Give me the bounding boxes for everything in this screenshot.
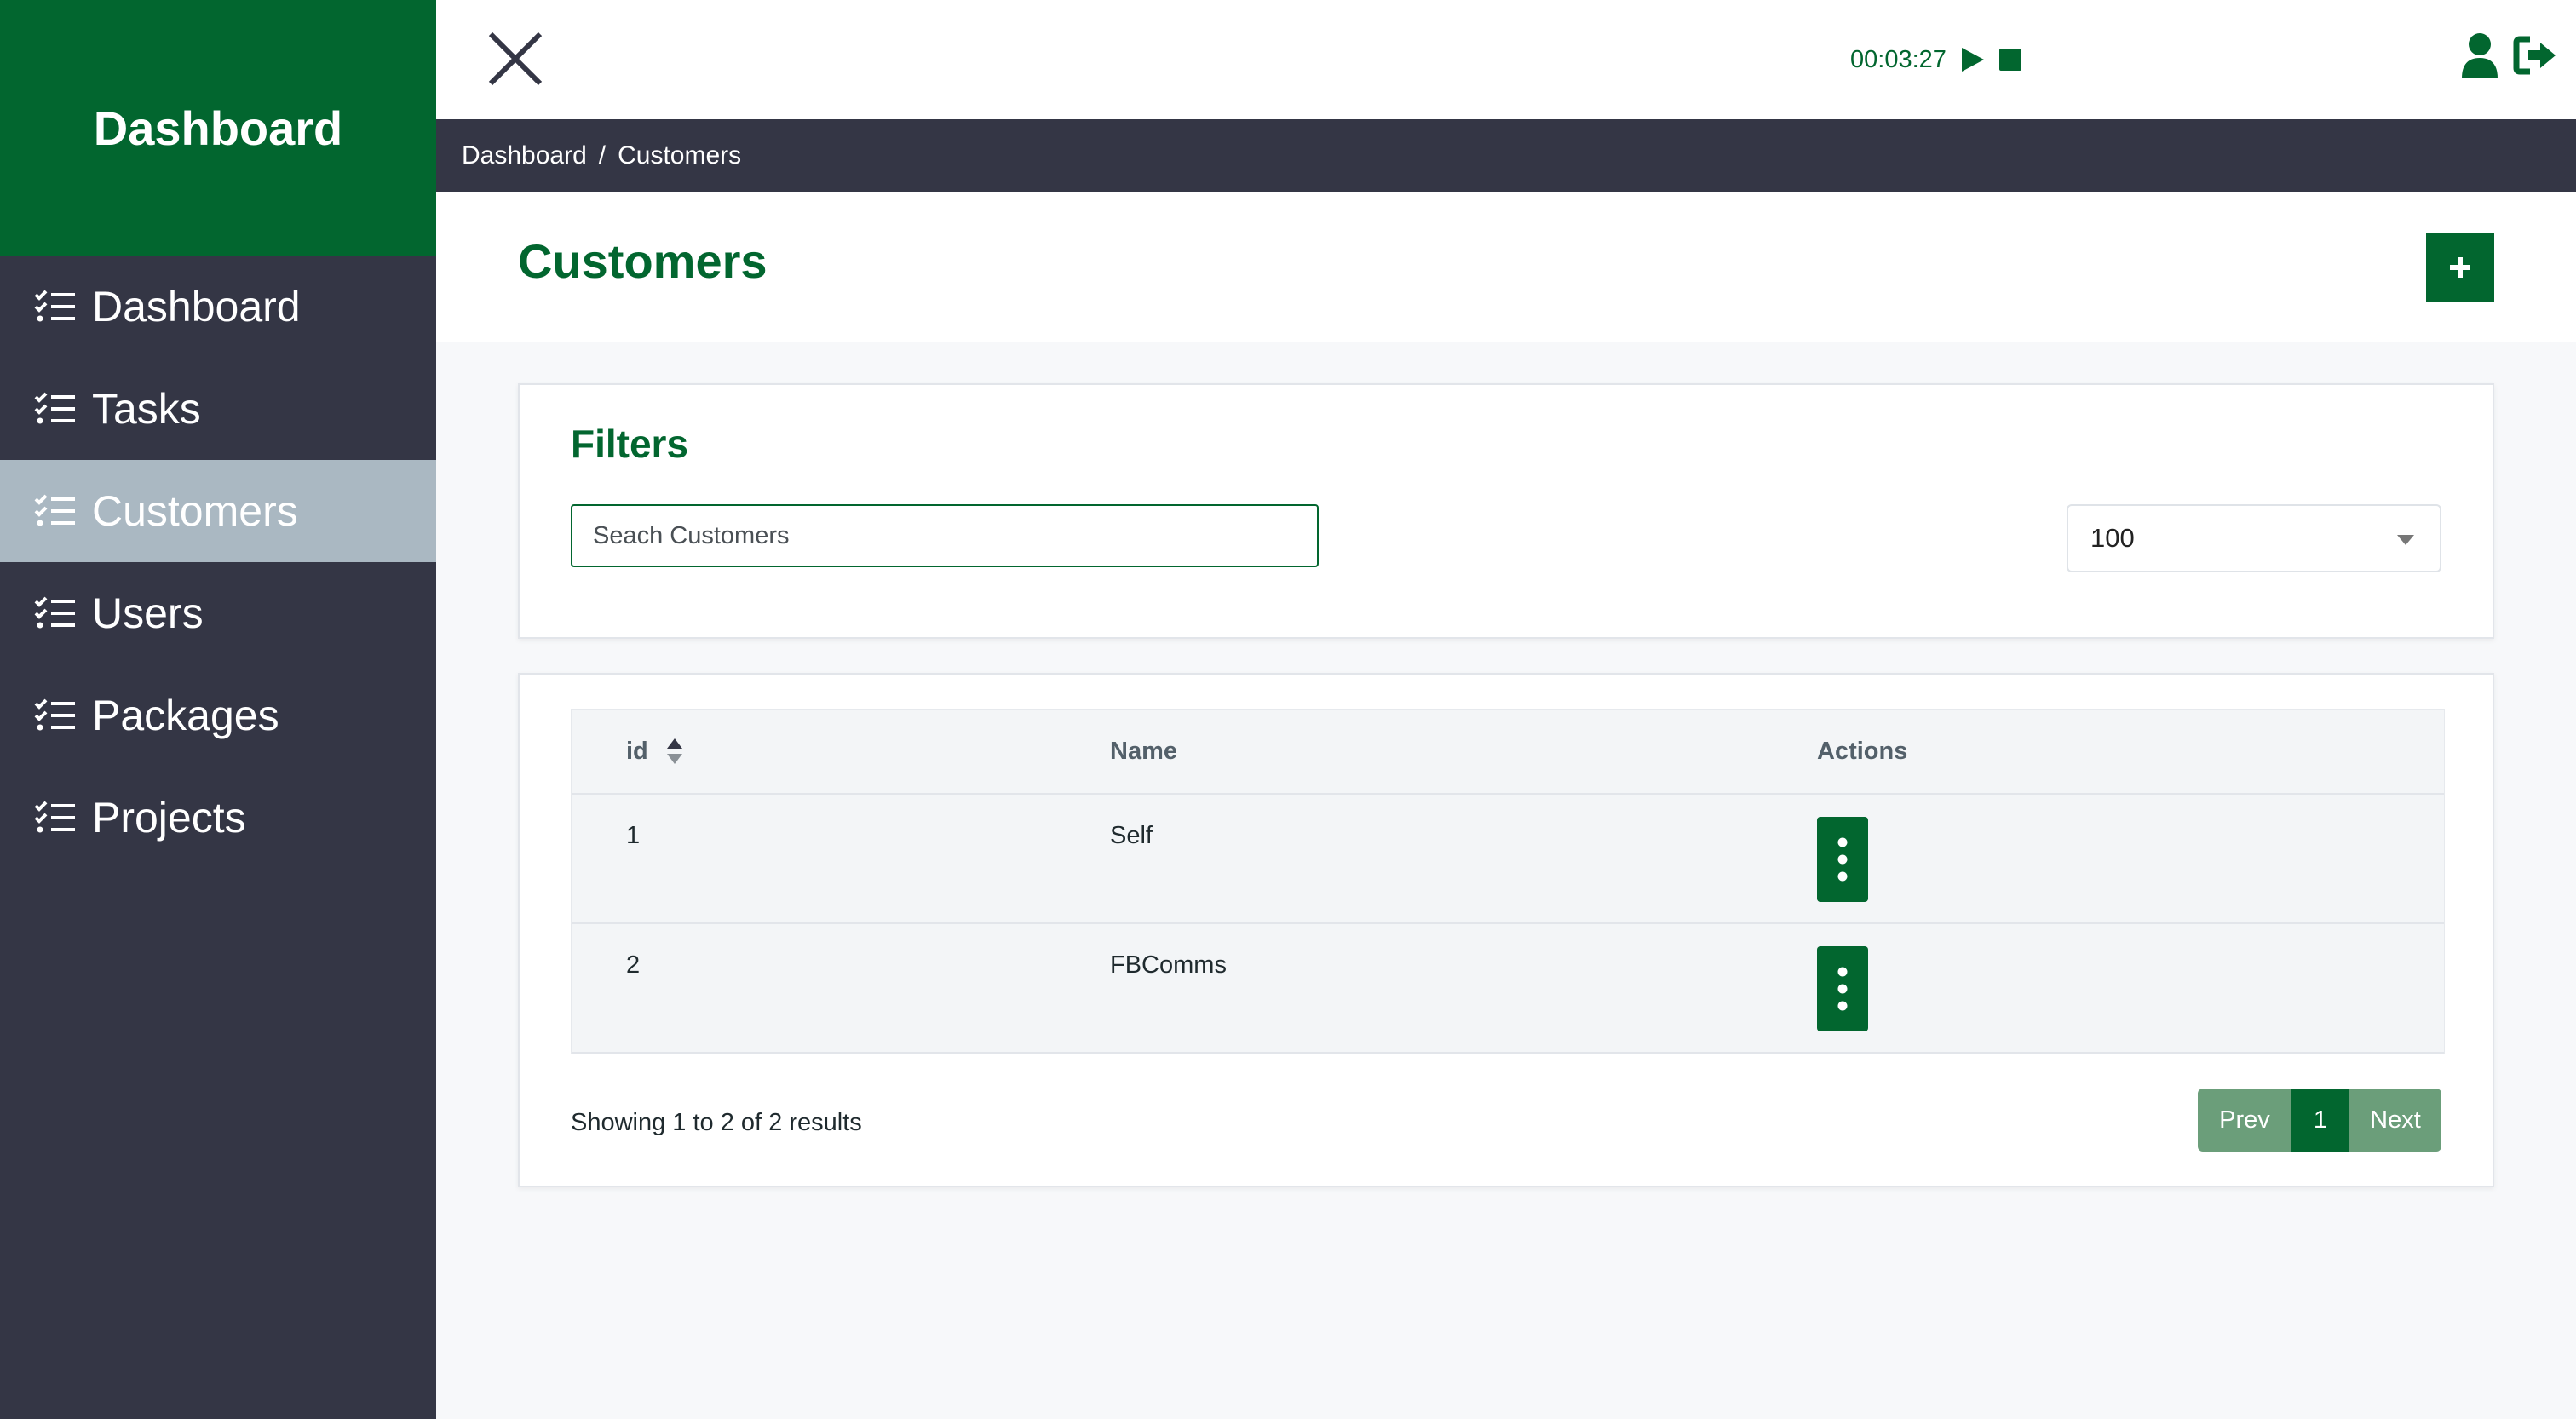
sidebar-item-label: Tasks <box>92 385 201 433</box>
topbar: 00:03:27 <box>436 0 2576 119</box>
user-icon[interactable] <box>2460 32 2499 78</box>
row-actions-button[interactable] <box>1817 817 1868 902</box>
page-1-button[interactable]: 1 <box>2291 1089 2349 1152</box>
search-customers-input[interactable] <box>571 504 1319 567</box>
page-title: Customers <box>518 234 768 288</box>
per-page-select[interactable]: 100 <box>2067 504 2441 572</box>
sidebar-item-label: Packages <box>92 692 279 739</box>
sidebar-brand: Dashboard <box>0 0 436 256</box>
list-check-icon <box>34 392 75 424</box>
sidebar-item-packages[interactable]: Packages <box>0 664 436 767</box>
table-header: id Name Actions <box>572 710 2444 795</box>
breadcrumb-item-dashboard[interactable]: Dashboard <box>462 141 587 170</box>
table-row: 1 Self <box>572 795 2444 924</box>
stop-icon[interactable] <box>1998 49 2021 71</box>
timer-display: 00:03:27 <box>1850 45 1946 73</box>
add-customer-button[interactable] <box>2426 233 2494 302</box>
pagination: Prev 1 Next <box>2198 1089 2441 1152</box>
play-icon[interactable] <box>1960 46 1986 73</box>
cell-id: 1 <box>626 822 641 849</box>
cell-name: FBComms <box>1110 951 1227 979</box>
list-check-icon <box>34 290 75 322</box>
column-header-actions: Actions <box>1817 737 1908 765</box>
breadcrumb-item-customers: Customers <box>618 141 742 169</box>
list-check-icon <box>34 698 75 731</box>
list-check-icon <box>34 494 75 526</box>
cell-actions <box>1817 946 2444 1031</box>
breadcrumb: Dashboard / Customers <box>436 119 2576 192</box>
cell-id: 2 <box>626 951 641 979</box>
close-icon[interactable] <box>479 31 550 89</box>
sidebar-item-tasks[interactable]: Tasks <box>0 358 436 460</box>
cell-name: Self <box>1110 822 1153 849</box>
filters-card: Filters 100 <box>518 383 2494 639</box>
column-header-id[interactable]: id <box>572 735 1110 767</box>
filters-title: Filters <box>571 422 689 466</box>
sidebar-item-label: Customers <box>92 487 298 535</box>
logout-icon[interactable] <box>2513 36 2557 75</box>
list-check-icon <box>34 596 75 629</box>
row-actions-button[interactable] <box>1817 946 1868 1031</box>
chevron-down-icon <box>2397 535 2414 545</box>
more-vertical-icon <box>1837 967 1848 1011</box>
list-check-icon <box>34 801 75 833</box>
table-row: 2 FBComms <box>572 924 2444 1054</box>
customers-table: id Name Actions 1 Self 2 FBComms <box>571 709 2445 1054</box>
next-page-button[interactable]: Next <box>2349 1089 2441 1152</box>
sidebar-item-projects[interactable]: Projects <box>0 767 436 869</box>
customers-table-card: id Name Actions 1 Self 2 FBComms Showing… <box>518 673 2494 1187</box>
sidebar-item-dashboard[interactable]: Dashboard <box>0 256 436 358</box>
sidebar-item-label: Users <box>92 589 204 637</box>
timer: 00:03:27 <box>1850 41 2021 78</box>
column-header-name: Name <box>1110 737 1177 765</box>
plus-icon <box>2450 257 2470 278</box>
page-header: Customers <box>436 192 2576 342</box>
sort-icon[interactable] <box>665 735 684 767</box>
sidebar-item-customers[interactable]: Customers <box>0 460 436 562</box>
cell-actions <box>1817 817 2444 902</box>
per-page-value: 100 <box>2090 523 2135 553</box>
results-summary: Showing 1 to 2 of 2 results <box>571 1109 862 1136</box>
column-header-label: id <box>626 737 648 765</box>
breadcrumb-separator: / <box>598 141 607 169</box>
sidebar: Dashboard Dashboard Tasks Customers User… <box>0 0 436 1419</box>
more-vertical-icon <box>1837 837 1848 882</box>
sidebar-item-users[interactable]: Users <box>0 562 436 664</box>
sidebar-item-label: Projects <box>92 794 246 842</box>
prev-page-button[interactable]: Prev <box>2198 1089 2291 1152</box>
sidebar-item-label: Dashboard <box>92 283 301 330</box>
